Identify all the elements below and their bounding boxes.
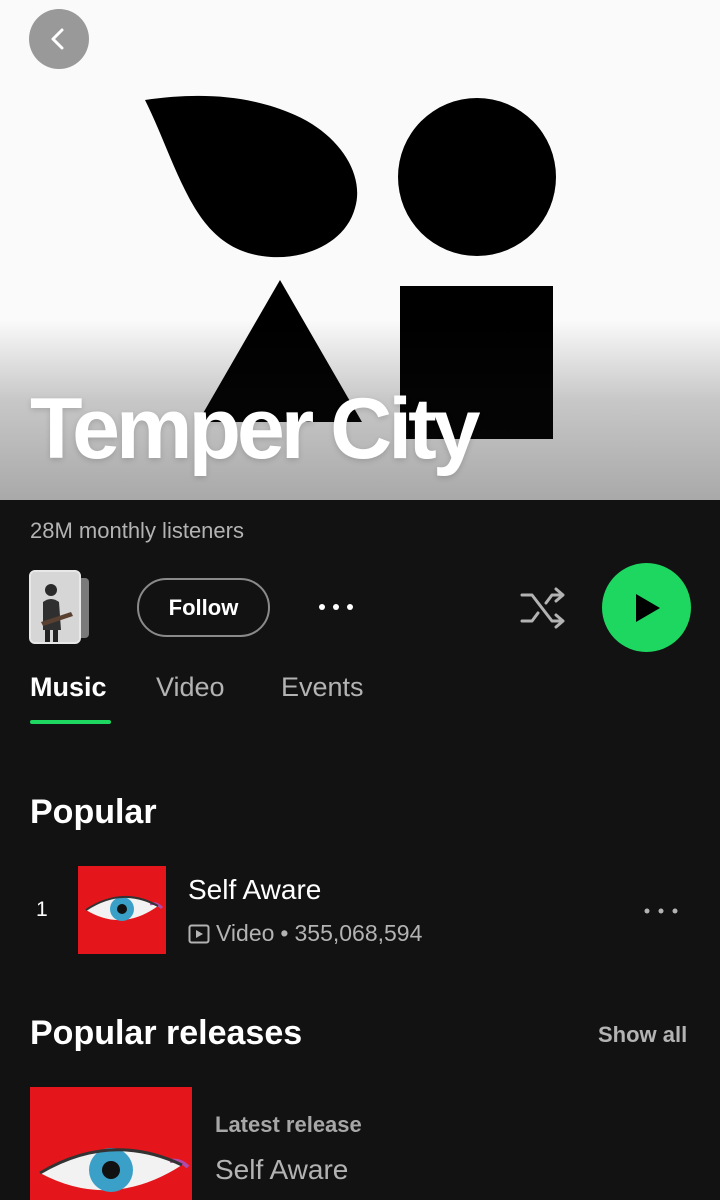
release-title[interactable]: Self Aware bbox=[215, 1154, 348, 1186]
artist-pick-thumbnail[interactable] bbox=[29, 570, 93, 644]
play-icon bbox=[635, 593, 660, 622]
tab-events[interactable]: Events bbox=[281, 672, 364, 703]
artist-name: Temper City bbox=[30, 381, 481, 477]
more-options-button[interactable] bbox=[312, 590, 360, 624]
more-dots-icon bbox=[644, 908, 678, 914]
thumbnail-photo bbox=[29, 570, 81, 644]
popular-releases-heading: Popular releases bbox=[30, 1014, 303, 1052]
track-plays: 355,068,594 bbox=[294, 920, 423, 946]
track-meta: Video • 355,068,594 bbox=[188, 920, 422, 947]
tab-music[interactable]: Music bbox=[30, 672, 107, 703]
teardrop-shape bbox=[145, 95, 358, 258]
track-rank: 1 bbox=[36, 898, 48, 921]
release-label: Latest release bbox=[215, 1112, 362, 1137]
active-tab-indicator bbox=[30, 720, 111, 724]
track-type: Video bbox=[216, 920, 275, 946]
shuffle-icon bbox=[520, 587, 565, 629]
meta-separator: • bbox=[280, 920, 289, 946]
release-cover[interactable] bbox=[30, 1087, 192, 1200]
popular-heading: Popular bbox=[30, 793, 157, 831]
artist-header-image: Temper City bbox=[0, 0, 720, 500]
video-icon bbox=[188, 924, 210, 943]
play-button[interactable] bbox=[602, 563, 691, 652]
monthly-listeners: 28M monthly listeners bbox=[30, 518, 244, 543]
circle-shape bbox=[398, 98, 556, 256]
shuffle-button[interactable] bbox=[518, 585, 568, 631]
track-more-button[interactable] bbox=[636, 896, 686, 926]
track-title: Self Aware bbox=[188, 874, 322, 905]
more-dots-icon bbox=[319, 604, 353, 610]
track-row[interactable]: 1 Self Aware Video • 355,068,594 bbox=[0, 860, 720, 960]
follow-button[interactable]: Follow bbox=[137, 578, 270, 637]
show-all-link[interactable]: Show all bbox=[598, 1022, 687, 1048]
track-cover bbox=[78, 866, 166, 954]
tab-video[interactable]: Video bbox=[156, 672, 225, 703]
back-button[interactable] bbox=[29, 9, 89, 69]
back-chevron-icon bbox=[51, 28, 64, 50]
